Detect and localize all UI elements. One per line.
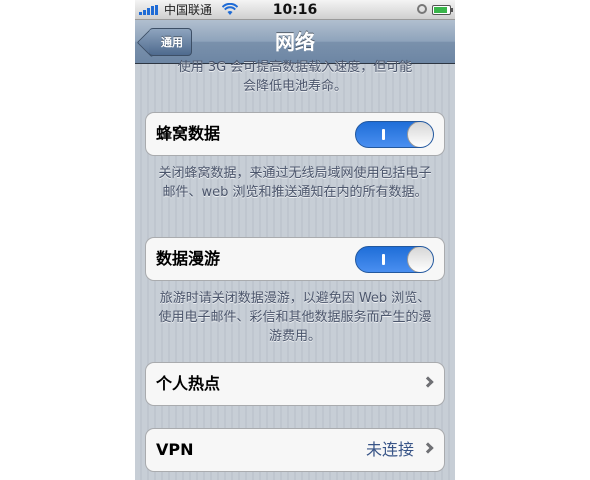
status-time: 10:16	[272, 2, 318, 18]
network-speed-footer-line2: 会降低电池寿命。	[242, 79, 347, 94]
chevron-right-icon	[422, 442, 434, 454]
battery-level	[434, 7, 447, 13]
cellular-data-label: 蜂窝数据	[156, 124, 221, 143]
phone-screen: 中国联通 10:16 网络 通用 使用 3G 会可提高数据载入速度，但可能 会降…	[135, 0, 455, 480]
chevron-right-icon	[422, 376, 434, 388]
toggle-on-mark	[382, 254, 385, 265]
battery-icon	[432, 5, 453, 15]
toggle-on-mark	[382, 129, 385, 140]
cellular-data-row: 蜂窝数据	[145, 112, 445, 156]
data-roaming-row: 数据漫游	[145, 237, 445, 281]
vpn-status: 未连接	[365, 440, 414, 459]
back-button[interactable]: 通用	[149, 28, 192, 56]
personal-hotspot-label: 个人热点	[156, 374, 221, 393]
status-bar: 中国联通 10:16	[135, 0, 455, 20]
vpn-label: VPN	[156, 440, 194, 459]
data-roaming-toggle[interactable]	[355, 246, 434, 273]
toggle-knob	[407, 122, 433, 147]
data-roaming-label: 数据漫游	[156, 249, 221, 268]
vpn-row[interactable]: VPN 未连接	[145, 428, 445, 472]
data-roaming-footer: 旅游时请关闭数据漫游，以避免因 Web 浏览、使用电子邮件、彩信和其他数据服务而…	[158, 291, 432, 344]
cellular-data-footer: 关闭蜂窝数据，来通过无线局域网使用包括电子邮件、web 浏览和推送通知在内的所有…	[158, 166, 432, 200]
personal-hotspot-row[interactable]: 个人热点	[145, 362, 445, 406]
cellular-data-toggle[interactable]	[355, 121, 434, 148]
toggle-knob	[407, 247, 433, 272]
settings-content[interactable]: 使用 3G 会可提高数据载入速度，但可能 会降低电池寿命。 蜂窝数据 关闭蜂窝数…	[135, 60, 455, 480]
orientation-lock-icon	[417, 4, 427, 14]
